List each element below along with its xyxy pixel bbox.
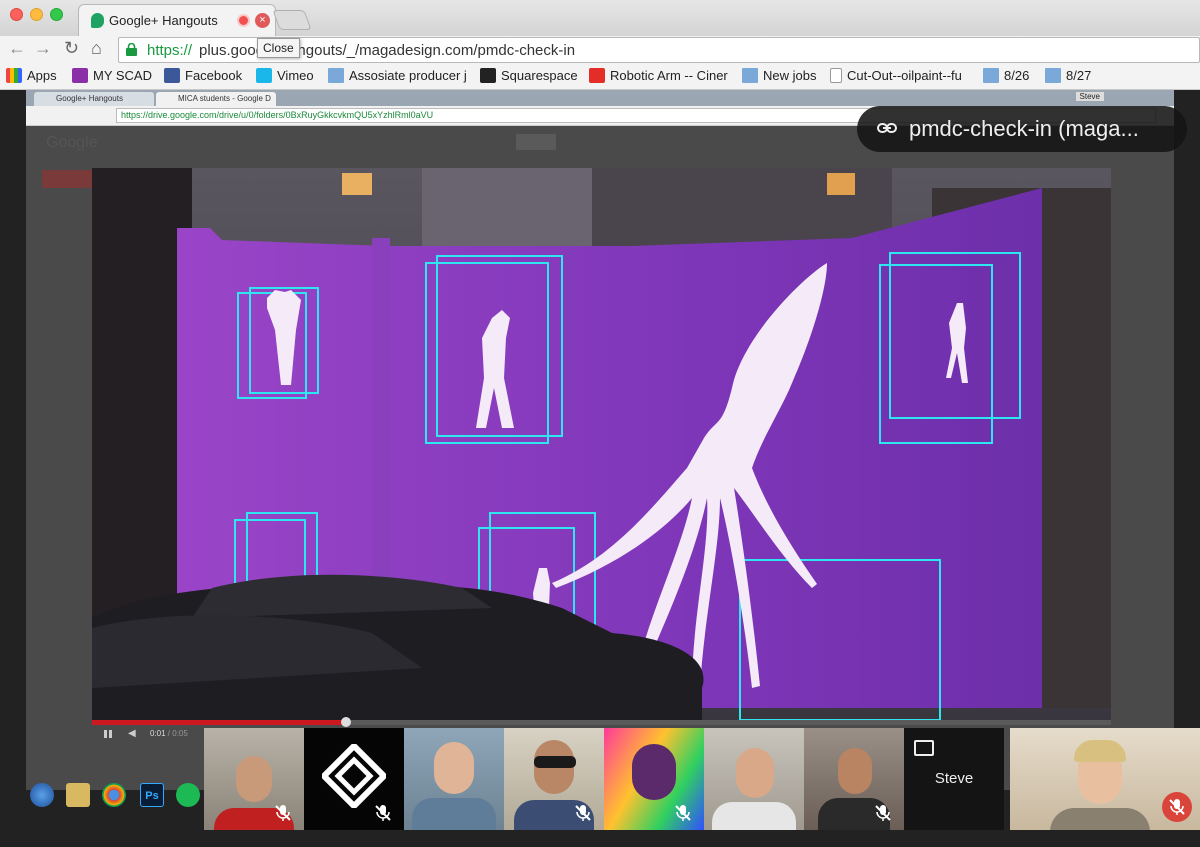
shared-taskbar: Ps: [26, 780, 206, 812]
hangout-link-pill[interactable]: pmdc-check-in (maga...: [857, 106, 1187, 152]
participant-thumb-steve[interactable]: Steve: [904, 728, 1004, 830]
youtube-icon: [589, 68, 605, 83]
participant-thumb[interactable]: [304, 728, 404, 830]
bookmark-my-scad[interactable]: MY SCAD: [72, 68, 152, 83]
video-player[interactable]: [92, 168, 1111, 723]
window-close-button[interactable]: [10, 8, 23, 21]
new-tab-button[interactable]: [272, 10, 312, 30]
muted-mic-icon: [675, 805, 691, 821]
tab-strip: Google+ Hangouts ×: [0, 0, 1200, 36]
participant-face: [632, 744, 676, 800]
window-minimize-button[interactable]: [30, 8, 43, 21]
muted-mic-icon: [275, 805, 291, 821]
mural-video-frame: [92, 168, 1111, 723]
vimeo-icon: [256, 68, 272, 83]
explorer-icon: [66, 783, 90, 807]
screen-share-icon: [914, 740, 934, 756]
participant-face: [838, 748, 872, 794]
window-zoom-button[interactable]: [50, 8, 63, 21]
video-controls: ◀ 0:01 / 0:05: [92, 725, 212, 743]
bookmark-new-jobs[interactable]: New jobs: [742, 68, 816, 83]
shared-google-logo: Google: [46, 134, 98, 151]
muted-mic-icon: [1169, 799, 1185, 815]
tab-title: Google+ Hangouts: [109, 13, 218, 28]
folder-icon: [742, 68, 758, 83]
shared-tab-hangouts: Google+ Hangouts: [34, 92, 154, 106]
browser-toolbar: ← → ↻ ⌂ https:// plus.goog n/hangouts/_/…: [0, 36, 1200, 64]
participant-face: [236, 756, 272, 802]
bookmark-8-26[interactable]: 8/26: [983, 68, 1029, 83]
bookmark-apps[interactable]: Apps: [6, 68, 57, 83]
bookmark-cut-out[interactable]: Cut-Out--oilpaint--fu: [830, 68, 962, 83]
participant-shirt: [1050, 808, 1150, 830]
bookmark-assosiate-producer[interactable]: Assosiate producer j: [328, 68, 467, 83]
bookmarks-bar: Apps MY SCAD Facebook Vimeo Assosiate pr…: [0, 64, 1200, 90]
participant-face: [434, 742, 474, 794]
home-icon[interactable]: ⌂: [91, 38, 102, 59]
folder-icon: [1045, 68, 1061, 83]
hangout-link-text: pmdc-check-in (maga...: [909, 116, 1139, 141]
muted-mic-icon: [875, 805, 891, 821]
folder-icon: [328, 68, 344, 83]
back-arrow-icon[interactable]: ←: [8, 38, 26, 59]
url-text: plus.goog n/hangouts/_/magadesign.com/pm…: [199, 42, 576, 59]
recording-icon: [237, 14, 250, 27]
participant-thumb[interactable]: [404, 728, 504, 830]
video-progress-bar[interactable]: [92, 720, 1111, 725]
e-icon: [72, 68, 88, 83]
reload-icon[interactable]: ↻: [64, 38, 79, 59]
participant-thumb[interactable]: [604, 728, 704, 830]
bookmark-8-27[interactable]: 8/27: [1045, 68, 1091, 83]
shared-new-button: [42, 170, 92, 188]
self-muted-mic-button[interactable]: [1162, 792, 1192, 822]
shared-search-button: [516, 134, 556, 150]
self-view[interactable]: [1010, 728, 1200, 830]
video-scrubber-handle[interactable]: [341, 717, 351, 727]
lock-icon: [126, 43, 137, 56]
tab-close-button[interactable]: ×: [255, 13, 270, 28]
shared-user-label: Steve: [1075, 92, 1104, 101]
tab-hangouts[interactable]: Google+ Hangouts ×: [78, 4, 276, 36]
participant-logo-icon: [322, 744, 386, 808]
document-icon: [830, 68, 842, 83]
participant-thumb[interactable]: [804, 728, 904, 830]
sunglasses: [534, 756, 576, 768]
spotify-icon: [176, 783, 200, 807]
bookmark-vimeo[interactable]: Vimeo: [256, 68, 314, 83]
volume-icon[interactable]: ◀: [128, 728, 136, 739]
participant-thumb[interactable]: [704, 728, 804, 830]
muted-mic-icon: [375, 805, 391, 821]
shared-tab-strip: Google+ Hangouts MICA students - Google …: [26, 90, 1174, 106]
folder-icon: [983, 68, 999, 83]
forward-arrow-icon[interactable]: →: [34, 38, 52, 59]
participant-thumb[interactable]: [504, 728, 604, 830]
bookmark-robotic-arm[interactable]: Robotic Arm -- Ciner: [589, 68, 728, 83]
participant-hair: [1074, 740, 1126, 762]
facebook-icon: [164, 68, 180, 83]
hangouts-icon: [91, 13, 104, 28]
participant-face: [736, 748, 774, 798]
apps-grid-icon: [6, 68, 22, 83]
windows-start-icon: [30, 783, 54, 807]
chrome-icon: [102, 783, 126, 807]
participant-thumb[interactable]: [204, 728, 304, 830]
pause-icon[interactable]: [104, 730, 112, 738]
participant-shirt: [412, 798, 496, 830]
squarespace-icon: [480, 68, 496, 83]
shared-tab-drive: MICA students - Google D: [156, 92, 276, 106]
video-time: 0:01 / 0:05: [150, 729, 188, 738]
bookmark-facebook[interactable]: Facebook: [164, 68, 242, 83]
participant-name: Steve: [934, 770, 974, 787]
close-tooltip: Close: [257, 38, 300, 58]
photoshop-icon: Ps: [140, 783, 164, 807]
url-scheme: https://: [147, 42, 193, 59]
link-icon: [877, 123, 897, 133]
participant-shirt: [712, 802, 796, 830]
participant-filmstrip: Steve: [204, 728, 1200, 830]
bookmark-squarespace[interactable]: Squarespace: [480, 68, 578, 83]
muted-mic-icon: [575, 805, 591, 821]
